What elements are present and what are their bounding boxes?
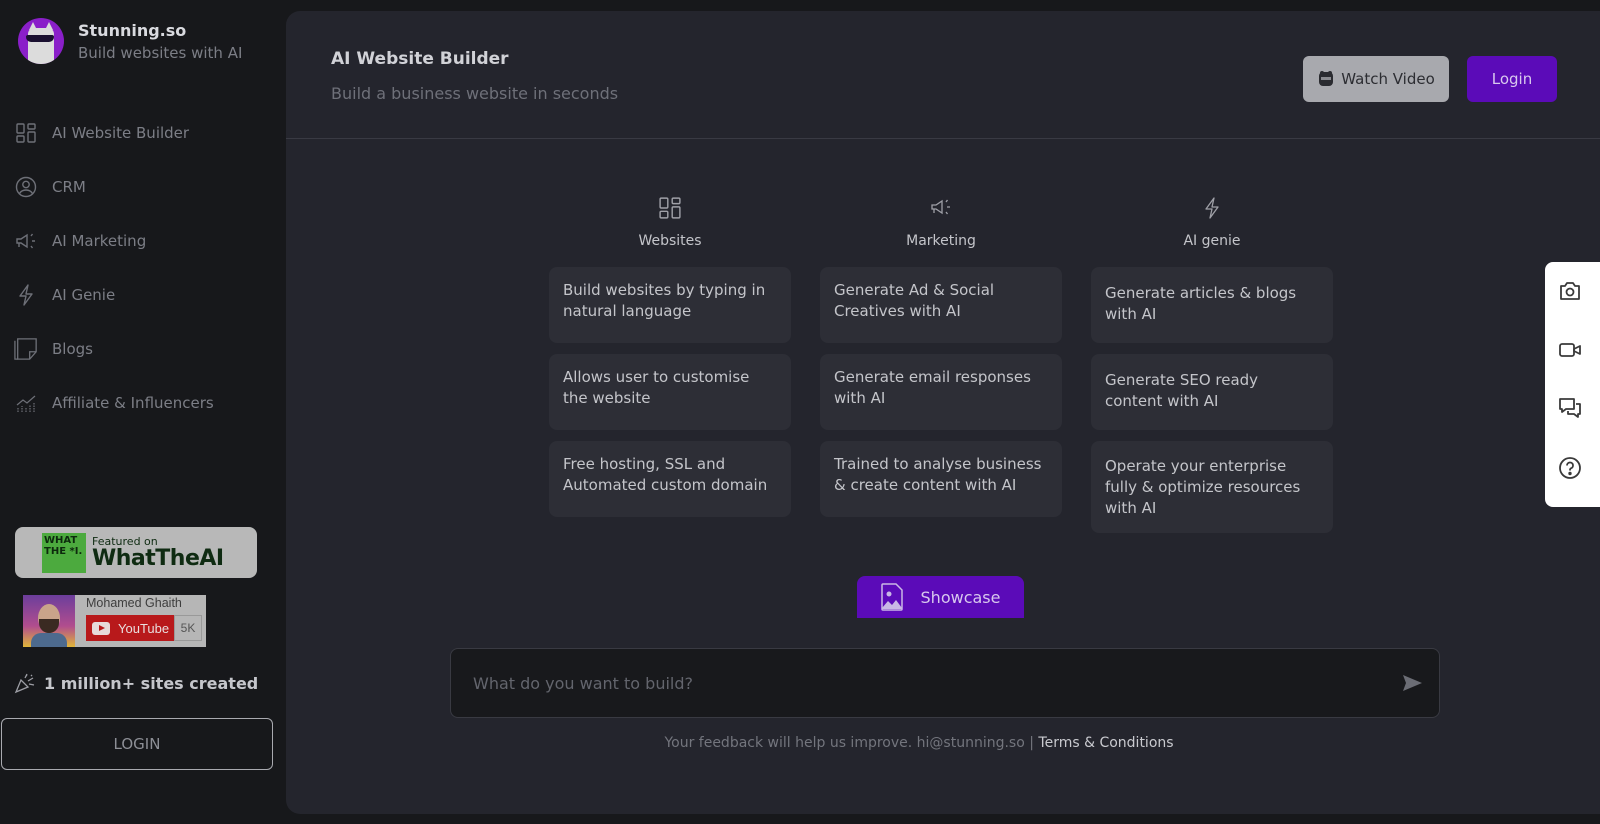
feature-card: Build websites by typing in natural lang… (549, 267, 791, 343)
feedback-toolbar (1545, 262, 1600, 507)
lightning-icon (1200, 197, 1224, 221)
youtube-play-icon (92, 621, 110, 635)
column-title: Marketing (906, 233, 976, 249)
megaphone-icon (14, 229, 38, 253)
sidebar-item-affiliate[interactable]: Affiliate & Influencers (14, 376, 274, 430)
prompt-input[interactable] (473, 649, 1373, 717)
brand[interactable]: Stunning.so Build websites with AI (18, 18, 242, 64)
sites-created-stat: 1 million+ sites created (14, 672, 258, 694)
video-camera-icon (1558, 340, 1582, 364)
header-login-button[interactable]: Login (1467, 56, 1557, 102)
feature-card: Generate SEO ready content with AI (1091, 354, 1333, 430)
chat-button[interactable] (1556, 396, 1584, 424)
youtube-button-label: YouTube (118, 620, 170, 636)
sidebar: Stunning.so Build websites with AI AI We… (0, 0, 280, 824)
camera-icon (1558, 280, 1582, 306)
youtube-subscribe-button[interactable]: YouTube (86, 615, 174, 641)
terms-link[interactable]: Terms & Conditions (1038, 735, 1173, 751)
sidebar-item-ai-genie[interactable]: AI Genie (14, 268, 274, 322)
channel-avatar (23, 595, 75, 647)
video-avatar-icon (1317, 70, 1335, 88)
page-header: AI Website Builder Build a business webs… (286, 11, 1600, 139)
sidebar-item-label: AI Website Builder (52, 124, 190, 142)
ai-genie-column: AI genie Generate articles & blogs with … (1091, 197, 1333, 544)
image-file-icon (880, 583, 903, 611)
feature-card: Generate articles & blogs with AI (1091, 267, 1333, 343)
feature-card: Generate Ad & Social Creatives with AI (820, 267, 1062, 343)
sidebar-item-blogs[interactable]: Blogs (14, 322, 274, 376)
brand-logo (18, 18, 64, 64)
sidebar-item-label: Affiliate & Influencers (52, 394, 214, 412)
youtube-subscribe-widget: Mohamed Ghaith YouTube 5K (23, 595, 206, 647)
sidebar-nav: AI Website Builder CRM AI Marketing AI G… (14, 106, 274, 430)
prompt-box (450, 648, 1440, 718)
watch-video-button[interactable]: Watch Video (1303, 56, 1449, 102)
websites-column: Websites Build websites by typing in nat… (549, 197, 791, 528)
showcase-button[interactable]: Showcase (857, 576, 1024, 618)
sidebar-item-ai-website-builder[interactable]: AI Website Builder (14, 106, 274, 160)
megaphone-icon (929, 197, 953, 221)
brand-name: Stunning.so (78, 20, 187, 40)
brand-tagline: Build websites with AI (78, 43, 243, 62)
footer: Your feedback will help us improve. hi@s… (286, 735, 1552, 751)
feature-card: Trained to analyse business & create con… (820, 441, 1062, 517)
page-title: AI Website Builder (331, 49, 509, 69)
send-icon[interactable] (1401, 673, 1423, 693)
feature-card: Generate email responses with AI (820, 354, 1062, 430)
sidebar-item-crm[interactable]: CRM (14, 160, 274, 214)
sidebar-item-ai-marketing[interactable]: AI Marketing (14, 214, 274, 268)
grid-icon (14, 121, 38, 145)
sidebar-item-label: CRM (52, 178, 86, 196)
user-circle-icon (14, 175, 38, 199)
page-subtitle: Build a business website in seconds (331, 84, 619, 103)
feature-card: Operate your enterprise fully & optimize… (1091, 441, 1333, 533)
featured-on-whattheai-badge[interactable]: WHAT THE *I. Featured on WhatTheAI (15, 527, 257, 578)
subscriber-count: 5K (174, 615, 202, 641)
column-title: Websites (638, 233, 702, 249)
question-circle-icon (1558, 456, 1582, 484)
sidebar-login-button[interactable]: LOGIN (1, 718, 273, 770)
feature-card: Free hosting, SSL and Automated custom d… (549, 441, 791, 517)
notes-icon (14, 337, 38, 361)
channel-name: Mohamed Ghaith (86, 596, 182, 610)
chart-growth-icon (14, 391, 38, 415)
sidebar-item-label: Blogs (52, 340, 93, 358)
main-panel: AI Website Builder Build a business webs… (286, 11, 1600, 814)
watch-video-label: Watch Video (1341, 70, 1435, 88)
sidebar-item-label: AI Genie (52, 286, 116, 304)
feature-card: Allows user to customise the website (549, 354, 791, 430)
marketing-column: Marketing Generate Ad & Social Creatives… (820, 197, 1062, 528)
party-popper-icon (14, 672, 36, 694)
grid-icon (658, 197, 682, 221)
sites-created-label: 1 million+ sites created (44, 673, 259, 693)
featured-name: WhatTheAI (92, 546, 224, 571)
sidebar-item-label: AI Marketing (52, 232, 147, 250)
chat-bubbles-icon (1558, 396, 1582, 424)
feedback-text: Your feedback will help us improve. hi@s… (664, 735, 1039, 751)
showcase-label: Showcase (920, 587, 1001, 607)
whattheai-logo: WHAT THE *I. (42, 532, 86, 573)
record-video-button[interactable] (1556, 338, 1584, 366)
lightning-icon (14, 283, 38, 307)
help-button[interactable] (1556, 456, 1584, 484)
screenshot-button[interactable] (1556, 279, 1584, 307)
column-title: AI genie (1183, 233, 1241, 249)
